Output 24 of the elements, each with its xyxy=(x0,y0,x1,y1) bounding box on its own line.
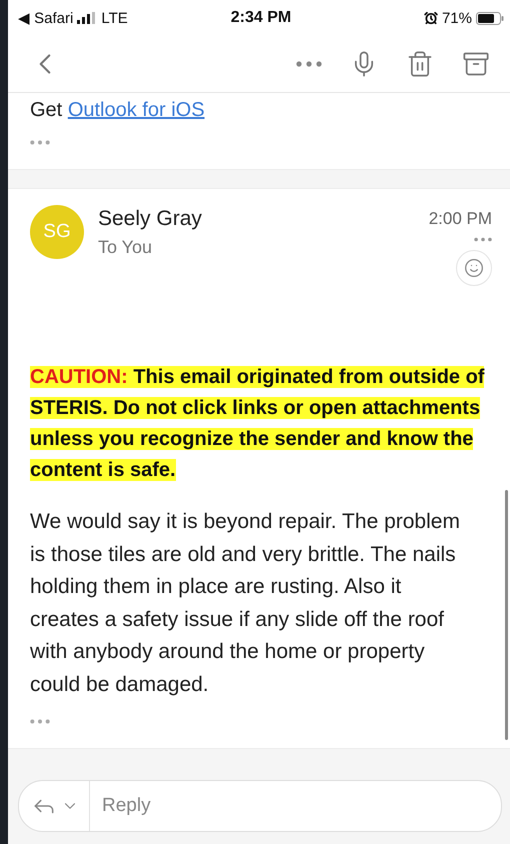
show-quoted-button[interactable] xyxy=(30,140,50,145)
signal-icon xyxy=(77,12,98,24)
network-label: LTE xyxy=(101,10,128,26)
outlook-link[interactable]: Outlook for iOS xyxy=(68,99,205,121)
message-body: We would say it is beyond repair. The problem is those tiles are old and very brittle. The nails holding them in place are rusting. Also it creates a safety issue if any slide off the roof with anybody around the home or property could be damaged. xyxy=(30,509,461,698)
battery-percent: 71% xyxy=(442,10,472,26)
battery-icon xyxy=(476,12,504,24)
more-button[interactable] xyxy=(296,61,322,67)
clock: 2:34 PM xyxy=(230,9,292,27)
archive-button[interactable] xyxy=(462,50,490,78)
smiley-icon xyxy=(464,258,484,278)
reaction-button[interactable] xyxy=(456,250,492,286)
message-more-button[interactable] xyxy=(474,237,492,242)
signature-text: Get Outlook for iOS xyxy=(30,99,206,122)
back-to-app-label[interactable]: ◀ Safari xyxy=(18,9,74,27)
sender-avatar: SG xyxy=(30,205,84,259)
message-time: 2:00 PM xyxy=(428,209,492,229)
recipient-label: To You xyxy=(98,237,154,258)
reply-field[interactable]: Reply xyxy=(90,795,501,817)
show-more-button[interactable] xyxy=(30,719,50,724)
delete-button[interactable] xyxy=(406,50,434,78)
alarm-icon xyxy=(424,11,438,25)
sender-name: Seely Gray xyxy=(98,207,203,231)
reply-bar[interactable]: Reply xyxy=(18,780,502,832)
